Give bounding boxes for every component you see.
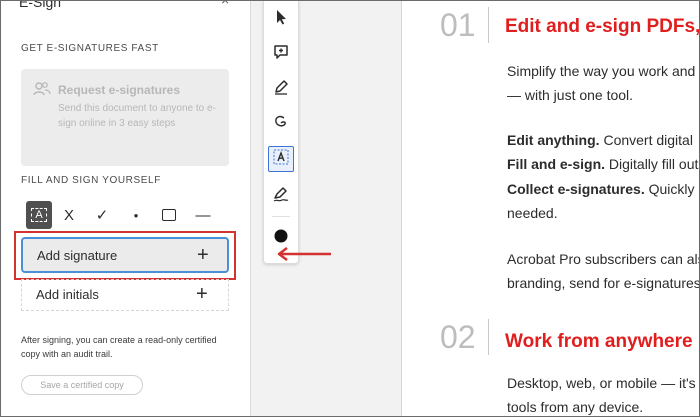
sign-icon (272, 185, 290, 208)
rectangle-icon (162, 209, 176, 221)
paragraph-line: Acrobat Pro subscribers can als (507, 251, 700, 267)
select-tool-button[interactable] (268, 6, 294, 32)
bold-lead: Collect e-signatures. (507, 181, 645, 197)
save-certified-copy-button[interactable]: Save a certified copy (21, 375, 143, 395)
add-comment-icon (272, 43, 290, 66)
text-field-icon (272, 148, 290, 171)
plus-icon: + (196, 283, 208, 305)
paragraph-line: Fill and e-sign. Digitally fill out (507, 156, 698, 172)
pen-icon (272, 78, 290, 101)
line-text: Quickly g (648, 181, 699, 197)
red-arrow-annotation (275, 246, 335, 267)
cursor-icon (273, 8, 289, 31)
paragraph-line: branding, send for e-signatures (507, 275, 700, 291)
paragraph-line: tools from any device. (507, 399, 644, 415)
section-number: 02 (440, 319, 476, 355)
line-tool[interactable]: — (190, 201, 216, 229)
panel-title: E-Sign (19, 0, 62, 10)
paragraph-line: needed. (507, 205, 558, 221)
section-divider (488, 319, 489, 355)
add-initials-button[interactable]: Add initials + (21, 279, 229, 311)
app-window: E-Sign × GET E-SIGNATURES FAST Request e… (0, 0, 700, 417)
section-number: 01 (440, 7, 476, 43)
add-comment-button[interactable] (268, 41, 294, 67)
request-esignatures-card[interactable]: Request e-signatures Send this document … (21, 69, 229, 166)
esign-panel: E-Sign × GET E-SIGNATURES FAST Request e… (1, 1, 251, 416)
close-icon[interactable]: × (221, 1, 229, 8)
toolbar-divider (272, 216, 290, 217)
add-initials-label: Add initials (36, 287, 99, 302)
get-fast-label: GET E-SIGNATURES FAST (21, 43, 159, 54)
paragraph-line: Edit anything. Convert digital (507, 132, 693, 148)
section-title: Edit and e-sign PDFs, (505, 16, 700, 37)
document-page: 01 Edit and e-sign PDFs, Simplify the wa… (401, 1, 700, 416)
after-signing-note: After signing, you can create a read-onl… (21, 335, 217, 359)
red-highlight-box (14, 231, 236, 280)
bold-lead: Edit anything. (507, 132, 600, 148)
text-field-icon: A (31, 208, 47, 222)
request-description: Send this document to anyone to e-sign o… (58, 103, 216, 129)
dot-tool[interactable]: ● (123, 201, 149, 229)
request-title: Request e-signatures (58, 83, 181, 97)
add-text-tool[interactable]: A (26, 201, 52, 229)
section-divider (488, 7, 489, 43)
fill-sign-tools: A X ✓ ● — (21, 201, 231, 229)
line-text: Convert digital (599, 132, 693, 148)
section-title: Work from anywhere (505, 331, 693, 352)
users-icon (33, 81, 51, 102)
checkmark-tool[interactable]: ✓ (89, 201, 115, 229)
add-text-toolbar-button[interactable] (268, 146, 294, 172)
rectangle-tool[interactable] (156, 201, 182, 229)
bold-lead: Fill and e-sign. (507, 156, 606, 172)
paragraph-line: — with just one tool. (507, 87, 634, 103)
freeform-tool-button[interactable] (268, 111, 294, 137)
quick-tools-toolbar (263, 1, 299, 264)
paragraph-line: Simplify the way you work and (507, 63, 696, 79)
fill-sign-label: FILL AND SIGN YOURSELF (21, 175, 161, 186)
sign-tool-button[interactable] (268, 183, 294, 209)
paragraph-line: Desktop, web, or mobile — it's (507, 375, 696, 391)
cross-tool[interactable]: X (56, 201, 82, 229)
lasso-icon (272, 113, 290, 136)
line-text: Digitally fill out (605, 156, 699, 172)
draw-tool-button[interactable] (268, 76, 294, 102)
paragraph-line: Collect e-signatures. Quickly g (507, 181, 699, 197)
